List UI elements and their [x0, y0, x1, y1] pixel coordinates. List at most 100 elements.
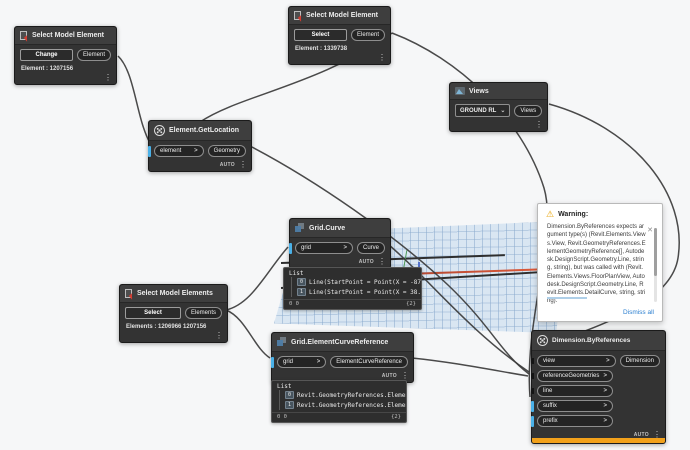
input-port-referencegeometries[interactable]: referenceGeometries: [537, 370, 613, 382]
more-options-icon[interactable]: ⋮: [535, 121, 543, 129]
node-select-model-elements[interactable]: Select Model Elements Select Elements El…: [119, 284, 228, 343]
input-port-grid[interactable]: grid: [295, 242, 353, 254]
default-value-port-marker: [531, 416, 534, 427]
wire-selectelements-to-gridecr[interactable]: [225, 309, 271, 359]
node-header[interactable]: Dimension.ByReferences: [532, 331, 665, 351]
input-port-marker: [289, 243, 292, 254]
index-badge: 0: [297, 278, 307, 286]
list-level-indicator[interactable]: 0 0: [289, 301, 299, 307]
input-port-marker: [271, 357, 274, 368]
node-header[interactable]: Views: [450, 83, 547, 100]
list-item-value: Line(StartPoint = Point(X = 38..: [309, 288, 421, 296]
node-title: Select Model Element: [306, 12, 378, 19]
list-count-indicator: {2}: [391, 414, 401, 420]
lacing-label[interactable]: AUTO: [382, 373, 397, 379]
node-select-model-element-2[interactable]: Select Model Element Select Element Elem…: [288, 6, 391, 65]
list-item-value: Revit.GeometryReferences.ElementC: [297, 391, 406, 399]
node-dimension-byreferences[interactable]: Dimension.ByReferences view Dimension re…: [531, 330, 666, 444]
more-options-icon[interactable]: ⋮: [104, 74, 112, 82]
dismiss-all-link[interactable]: Dismiss all: [623, 309, 654, 316]
output-port-elements[interactable]: Elements: [184, 307, 222, 319]
node-header[interactable]: Element.GetLocation: [149, 121, 251, 141]
output-port-element[interactable]: Element: [350, 29, 385, 41]
output-port-elementcurvereference[interactable]: ElementCurveReference: [330, 356, 408, 368]
list-item[interactable]: 1 Line(StartPoint = Point(X = 38..: [294, 287, 421, 297]
lacing-label[interactable]: AUTO: [359, 259, 374, 265]
list-level-indicator[interactable]: 0 0: [277, 414, 287, 420]
node-grid-elementcurvereference[interactable]: Grid.ElementCurveReference grid ElementC…: [271, 332, 414, 383]
more-options-icon[interactable]: ⋮: [401, 372, 409, 380]
more-options-icon[interactable]: ⋮: [215, 332, 223, 340]
warning-scrollbar[interactable]: [654, 228, 657, 302]
preview-bubble-references[interactable]: List 0 Revit.GeometryReferences.ElementC…: [271, 380, 407, 423]
select-elements-icon: [125, 289, 133, 298]
output-port-geometry[interactable]: Geometry: [207, 145, 246, 157]
node-title: Grid.ElementCurveReference: [291, 338, 389, 346]
close-icon[interactable]: ✕: [647, 226, 653, 234]
index-badge: 1: [297, 288, 307, 296]
warning-underline: [547, 297, 587, 299]
output-port-views[interactable]: Views: [514, 104, 543, 117]
list-item[interactable]: 0 Revit.GeometryReferences.ElementC: [282, 390, 406, 400]
warning-message: Dimension.ByReferences expects argument …: [547, 224, 646, 305]
node-header[interactable]: Select Model Elements: [120, 285, 227, 303]
list-header: List: [289, 270, 304, 277]
node-header[interactable]: Select Model Element: [289, 7, 390, 25]
output-port-dimension[interactable]: Dimension: [619, 355, 660, 367]
grid-node-icon: [295, 223, 305, 233]
index-badge: 1: [285, 401, 295, 409]
node-title: Views: [469, 87, 489, 95]
node-header[interactable]: Grid.Curve: [290, 219, 390, 238]
more-options-icon[interactable]: ⋮: [239, 161, 247, 169]
change-button[interactable]: Change: [20, 49, 73, 61]
output-port-curve[interactable]: Curve: [356, 242, 385, 254]
select-button[interactable]: Select: [125, 307, 181, 319]
element-id-value: Element : 1207156: [21, 66, 74, 72]
wire-selectelements-to-gridcurve[interactable]: [225, 246, 289, 311]
node-select-model-element-1[interactable]: Select Model Element Change Element Elem…: [14, 26, 117, 85]
node-title: Grid.Curve: [309, 224, 346, 232]
more-options-icon[interactable]: ⋮: [378, 258, 386, 266]
input-port-prefix[interactable]: prefix: [537, 415, 613, 427]
default-value-port-marker: [531, 401, 534, 412]
list-header: List: [277, 383, 292, 390]
input-port-suffix[interactable]: suffix: [537, 400, 613, 412]
node-views[interactable]: Views GROUND RL Views ⋮: [449, 82, 548, 132]
select-button[interactable]: Select: [294, 29, 347, 41]
view-dropdown[interactable]: GROUND RL: [455, 104, 511, 117]
warning-state-bar: [532, 438, 665, 443]
preview-bubble-lines[interactable]: List 0 Line(StartPoint = Point(X = -87. …: [283, 267, 422, 310]
warning-triangle-icon: ⚠: [546, 209, 555, 219]
node-header[interactable]: Grid.ElementCurveReference: [272, 333, 413, 352]
wire-select1-to-getlocation[interactable]: [117, 55, 151, 144]
input-port-grid[interactable]: grid: [277, 356, 327, 368]
node-title: Select Model Element: [32, 32, 104, 39]
input-port-line[interactable]: line: [537, 385, 613, 397]
input-port-view[interactable]: view: [537, 355, 616, 367]
list-count-indicator: {2}: [406, 301, 416, 307]
select-element-icon: [20, 31, 28, 40]
connected-port-nub: [531, 388, 534, 394]
wire-gridecr-to-dimension[interactable]: [411, 357, 529, 377]
package-node-icon: [154, 125, 165, 136]
connected-port-nub: [531, 358, 534, 364]
package-node-icon: [537, 335, 548, 346]
element-id-value: Element : 1339738: [295, 46, 348, 52]
input-port-marker: [148, 146, 151, 157]
index-badge: 0: [285, 391, 295, 399]
lacing-label[interactable]: AUTO: [220, 162, 235, 168]
node-header[interactable]: Select Model Element: [15, 27, 116, 45]
elements-id-value: Elements : 1206966 1207156: [126, 324, 207, 330]
input-port-element[interactable]: element: [154, 145, 204, 157]
list-item-value: Revit.GeometryReferences.ElementC: [297, 401, 406, 409]
node-title: Dimension.ByReferences: [552, 337, 631, 344]
list-item[interactable]: 0 Line(StartPoint = Point(X = -87.: [294, 277, 421, 287]
node-element-getlocation[interactable]: Element.GetLocation element Geometry AUT…: [148, 120, 252, 172]
output-port-element[interactable]: Element: [76, 49, 111, 61]
more-options-icon[interactable]: ⋮: [378, 54, 386, 62]
node-title: Select Model Elements: [137, 290, 213, 297]
node-grid-curve[interactable]: Grid.Curve grid Curve AUTO ⋮: [289, 218, 391, 269]
list-item[interactable]: 1 Revit.GeometryReferences.ElementC: [282, 400, 406, 410]
list-item-value: Line(StartPoint = Point(X = -87.: [309, 278, 421, 286]
warning-popup[interactable]: ⚠ Warning: ✕ Dimension.ByReferences expe…: [537, 203, 663, 322]
